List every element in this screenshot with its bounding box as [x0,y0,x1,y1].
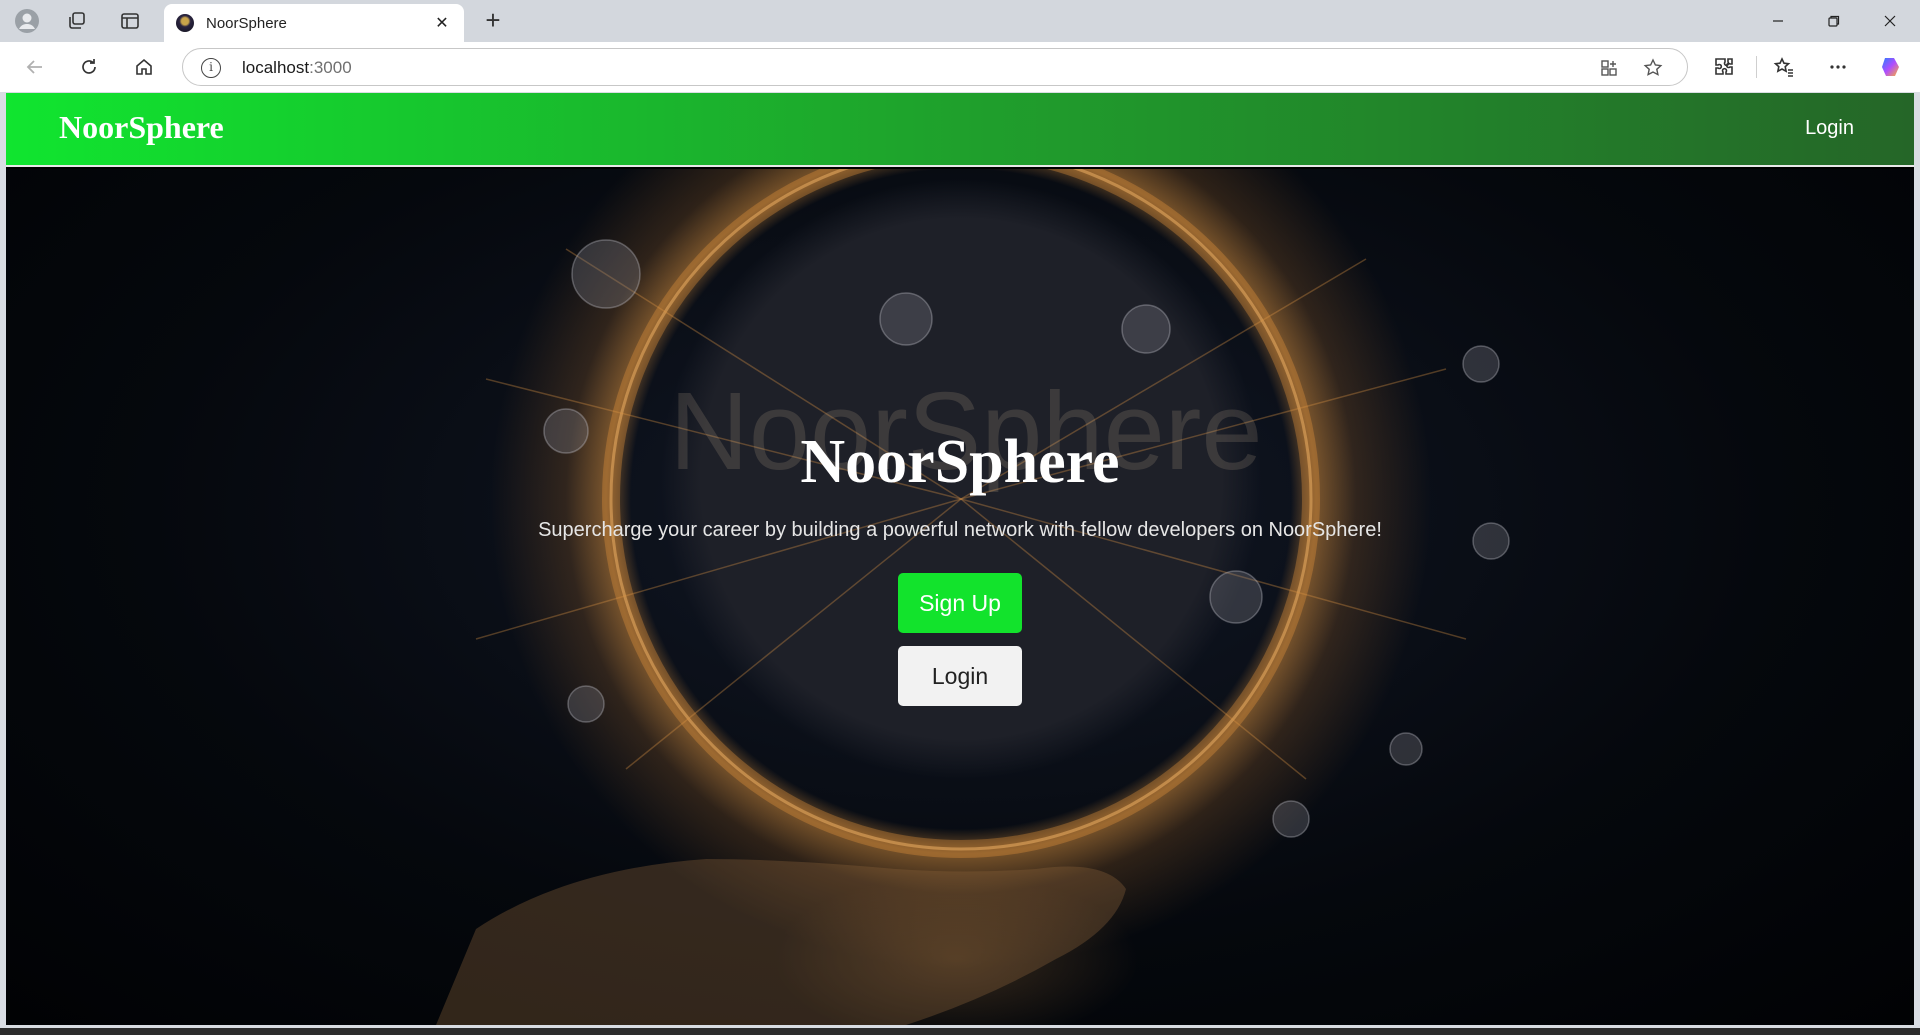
address-bar[interactable]: i localhost:3000 [182,48,1688,86]
address-host: localhost [242,58,310,77]
workspaces-icon[interactable] [58,8,96,34]
favorite-star-icon[interactable] [1641,56,1665,80]
active-tab[interactable]: NoorSphere ✕ [164,4,464,42]
favorites-icon[interactable] [1766,52,1802,82]
favicon [176,14,194,32]
brand-logo[interactable]: NoorSphere [59,109,224,146]
new-tab-icon[interactable]: + [478,7,508,34]
hero-section: NoorSphere NoorSphere Supercharge your c… [6,169,1914,1025]
tab-actions-icon[interactable] [111,8,149,34]
login-button[interactable]: Login [898,646,1022,706]
window-close-icon[interactable] [1862,8,1918,34]
refresh-icon[interactable] [72,52,106,82]
browser-toolbar: i localhost:3000 [0,42,1920,92]
address-text[interactable]: localhost:3000 [242,58,352,78]
navbar-login-link[interactable]: Login [1805,117,1854,140]
tab-title: NoorSphere [206,14,287,32]
page-viewport: NoorSphere Login NoorSphere NoorSphere S… [6,93,1914,1025]
signup-button[interactable]: Sign Up [898,573,1022,633]
app-available-icon[interactable] [1597,56,1621,80]
site-info-icon[interactable]: i [201,58,221,78]
minimize-icon[interactable] [1750,8,1806,34]
hero-title: NoorSphere [800,428,1120,496]
profile-icon[interactable] [8,8,46,34]
extensions-icon[interactable] [1706,52,1742,82]
hero-subtitle: Supercharge your career by building a po… [538,519,1382,541]
home-icon[interactable] [127,52,161,82]
address-port: :3000 [309,58,352,77]
close-icon[interactable]: ✕ [432,13,452,33]
browser-tab-bar: NoorSphere ✕ + [0,0,1920,42]
toolbar-separator [1756,56,1757,78]
hero-content: NoorSphere Supercharge your career by bu… [6,169,1914,1025]
restore-icon[interactable] [1806,8,1862,34]
taskbar-strip [0,1028,1920,1035]
more-icon[interactable] [1820,52,1856,82]
site-navbar: NoorSphere Login [6,93,1914,167]
back-icon[interactable] [18,52,52,82]
copilot-icon[interactable] [1874,52,1910,82]
